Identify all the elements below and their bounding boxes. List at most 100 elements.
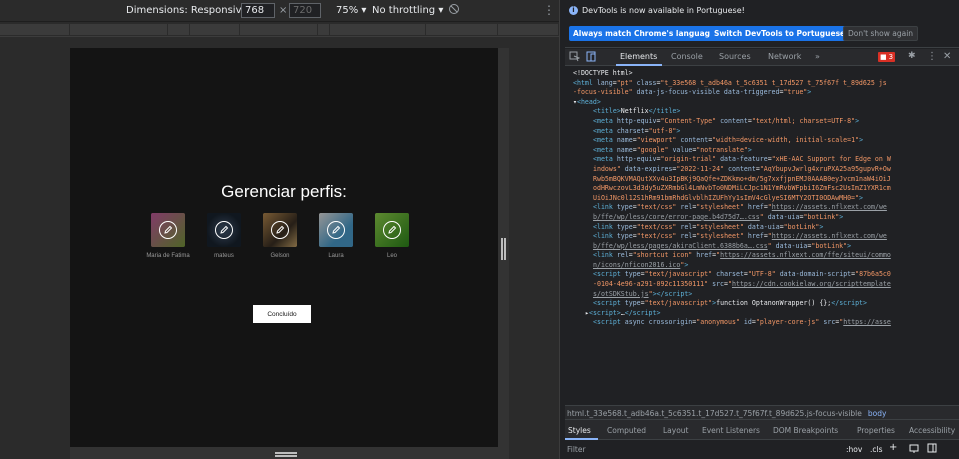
error-badge[interactable]: ■ 3 [878,52,896,62]
dom-line[interactable]: <!DOCTYPE html> [565,69,959,79]
resize-handle-corner[interactable] [498,447,509,459]
dom-line[interactable]: s/otSDKStub.js"></script> [565,290,959,300]
profile-name: Gelson [270,253,290,259]
dimensions-label: Dimensions: Responsive [126,5,248,16]
avatar[interactable] [319,213,353,247]
color-format-icon[interactable] [909,443,919,455]
devtools-panel: i DevTools is now available in Portugues… [565,0,959,459]
breadcrumb-body[interactable]: body [868,409,887,418]
filter-input[interactable] [567,443,817,456]
rotate-icon[interactable] [448,3,460,18]
dom-line[interactable]: <link type="text/css" rel="stylesheet" d… [565,223,959,233]
breadcrumb-html[interactable]: html.t_33e568.t_adb46a.t_5c6351.t_17d527… [567,409,862,418]
dom-line[interactable]: b/ffe/wp/less/core/error-page.b4d75d7….c… [565,213,959,223]
throttling-label: No throttling [372,5,436,16]
settings-gear-icon[interactable]: ✱ [908,51,919,62]
dom-line[interactable]: <link rel="shortcut icon" href="https://… [565,251,959,261]
profile-gelson[interactable]: Gelson [258,213,302,260]
tab-computed[interactable]: Computed [607,426,646,435]
ruler-segment[interactable] [318,24,330,35]
dom-line[interactable]: Rwb5mBQKVMAQutXXv4u3IpBKj9QaQfe+ZDKkmo+d… [565,175,959,185]
done-button[interactable]: Concluído [253,305,311,323]
dimensions-dropdown[interactable]: Dimensions: Responsive ▾ [126,5,256,16]
dom-line[interactable]: <link type="text/css" rel="stylesheet" h… [565,203,959,213]
styles-filter-bar: :hov .cls + [565,440,959,459]
dom-line[interactable]: <script async crossorigin="anonymous" id… [565,318,959,328]
zoom-dropdown[interactable]: 75% ▾ [336,5,366,16]
dom-line[interactable]: <meta name="google" value="notranslate"> [565,146,959,156]
tab-layout[interactable]: Layout [663,426,689,435]
dom-line[interactable]: odHRwczovL3d3dy5uZXRmbGl4LmNvbTo0NDMiLCJ… [565,184,959,194]
dom-line[interactable]: n/icons/nficon2016.ico"> [565,261,959,271]
close-icon[interactable]: ✕ [943,51,954,62]
tab-elements[interactable]: Elements [620,52,657,61]
dom-line[interactable]: -0104-4e96-a291-092c11350111" src="https… [565,280,959,290]
always-match-language-button[interactable]: Always match Chrome's language [569,26,720,41]
more-tabs-icon[interactable]: » [815,52,820,61]
avatar[interactable] [263,213,297,247]
dom-line[interactable]: indows" data-expires="2022-11-24" conten… [565,165,959,175]
edit-pencil-icon [383,221,401,239]
add-rule-button[interactable]: + [889,442,897,453]
ruler-segment[interactable] [240,24,318,35]
profile-name: Leo [386,253,397,259]
inspect-element-icon[interactable] [569,51,581,62]
ruler-segment[interactable] [70,24,168,35]
profile-leo[interactable]: Leo [370,213,414,260]
tab-styles[interactable]: Styles [568,426,591,435]
dom-line[interactable]: <title>Netflix</title> [565,107,959,117]
profile-mateus[interactable]: mateus [202,213,246,260]
ruler-segment[interactable] [0,24,70,35]
resize-handle-right[interactable] [498,48,509,447]
tab-dom-breakpoints[interactable]: DOM Breakpoints [773,426,838,435]
tab-accessibility[interactable]: Accessibility [909,426,955,435]
profile-maria[interactable]: Maria de Fatima [146,213,190,260]
height-input[interactable]: 720 [289,3,321,18]
edit-pencil-icon [215,221,233,239]
ruler-segment[interactable] [498,24,559,35]
info-text: DevTools is now available in Portuguese! [582,5,745,15]
dom-line[interactable]: ▸<script>…</script> [565,309,959,319]
dom-line[interactable]: <meta http-equiv="Content-Type" content=… [565,117,959,127]
ruler-segment[interactable] [168,24,190,35]
page-viewport: Gerenciar perfis: Maria de Fatima mateus [70,48,498,447]
dom-line[interactable]: <html lang="pt" class="t_33e568 t_adb46a… [565,79,959,89]
dom-line[interactable]: <meta http-equiv="origin-trial" data-fea… [565,155,959,165]
dom-line[interactable]: b/ffe/wp/less/pages/akiraClient.6388b6a…… [565,242,959,252]
dom-line[interactable]: <meta name="viewport" content="width=dev… [565,136,959,146]
info-line: i DevTools is now available in Portugues… [569,3,745,17]
avatar[interactable] [207,213,241,247]
sidebar-toggle-icon[interactable] [927,443,937,455]
hov-toggle[interactable]: :hov [846,445,862,454]
profile-name: Laura [328,253,344,259]
dont-show-again-button[interactable]: Don't show again [843,26,919,41]
tab-properties[interactable]: Properties [857,426,895,435]
throttling-dropdown[interactable]: No throttling ▾ [372,5,443,16]
dom-line[interactable]: UiOiJNc0l12S1hRm91bmRhdGlvblhIZUFhYy1sIm… [565,194,959,204]
device-toolbar-icon[interactable] [586,51,597,62]
tab-sources[interactable]: Sources [719,52,751,61]
more-options-icon[interactable]: ⋮ [927,51,938,62]
cls-toggle[interactable]: .cls [870,445,883,454]
dom-line[interactable]: <script type="text/javascript" charset="… [565,270,959,280]
dom-line[interactable]: ▾<head> [565,98,959,108]
dom-line[interactable]: <link type="text/css" rel="stylesheet" h… [565,232,959,242]
dom-line[interactable]: -focus-visible" data-js-focus-visible da… [565,88,959,98]
page-title: Gerenciar perfis: [221,182,347,201]
dom-tree[interactable]: <!DOCTYPE html> <html lang="pt" class="t… [565,67,959,405]
avatar[interactable] [375,213,409,247]
ruler-segment[interactable] [190,24,240,35]
dom-line[interactable]: <meta charset="utf-8"> [565,127,959,137]
avatar[interactable] [151,213,185,247]
width-input[interactable]: 768 [241,3,275,18]
tab-console[interactable]: Console [671,52,703,61]
tab-event-listeners[interactable]: Event Listeners [702,426,760,435]
ruler-segment[interactable] [330,24,426,35]
tab-network[interactable]: Network [768,52,801,61]
profile-laura[interactable]: Laura [314,213,358,260]
ruler-segment[interactable] [426,24,498,35]
more-options-icon[interactable]: ⋮ [543,3,555,17]
dom-line[interactable]: <script type="text/javascript">function … [565,299,959,309]
switch-to-portuguese-button[interactable]: Switch DevTools to Portuguese [710,26,850,41]
resize-handle-bottom[interactable] [70,447,498,459]
